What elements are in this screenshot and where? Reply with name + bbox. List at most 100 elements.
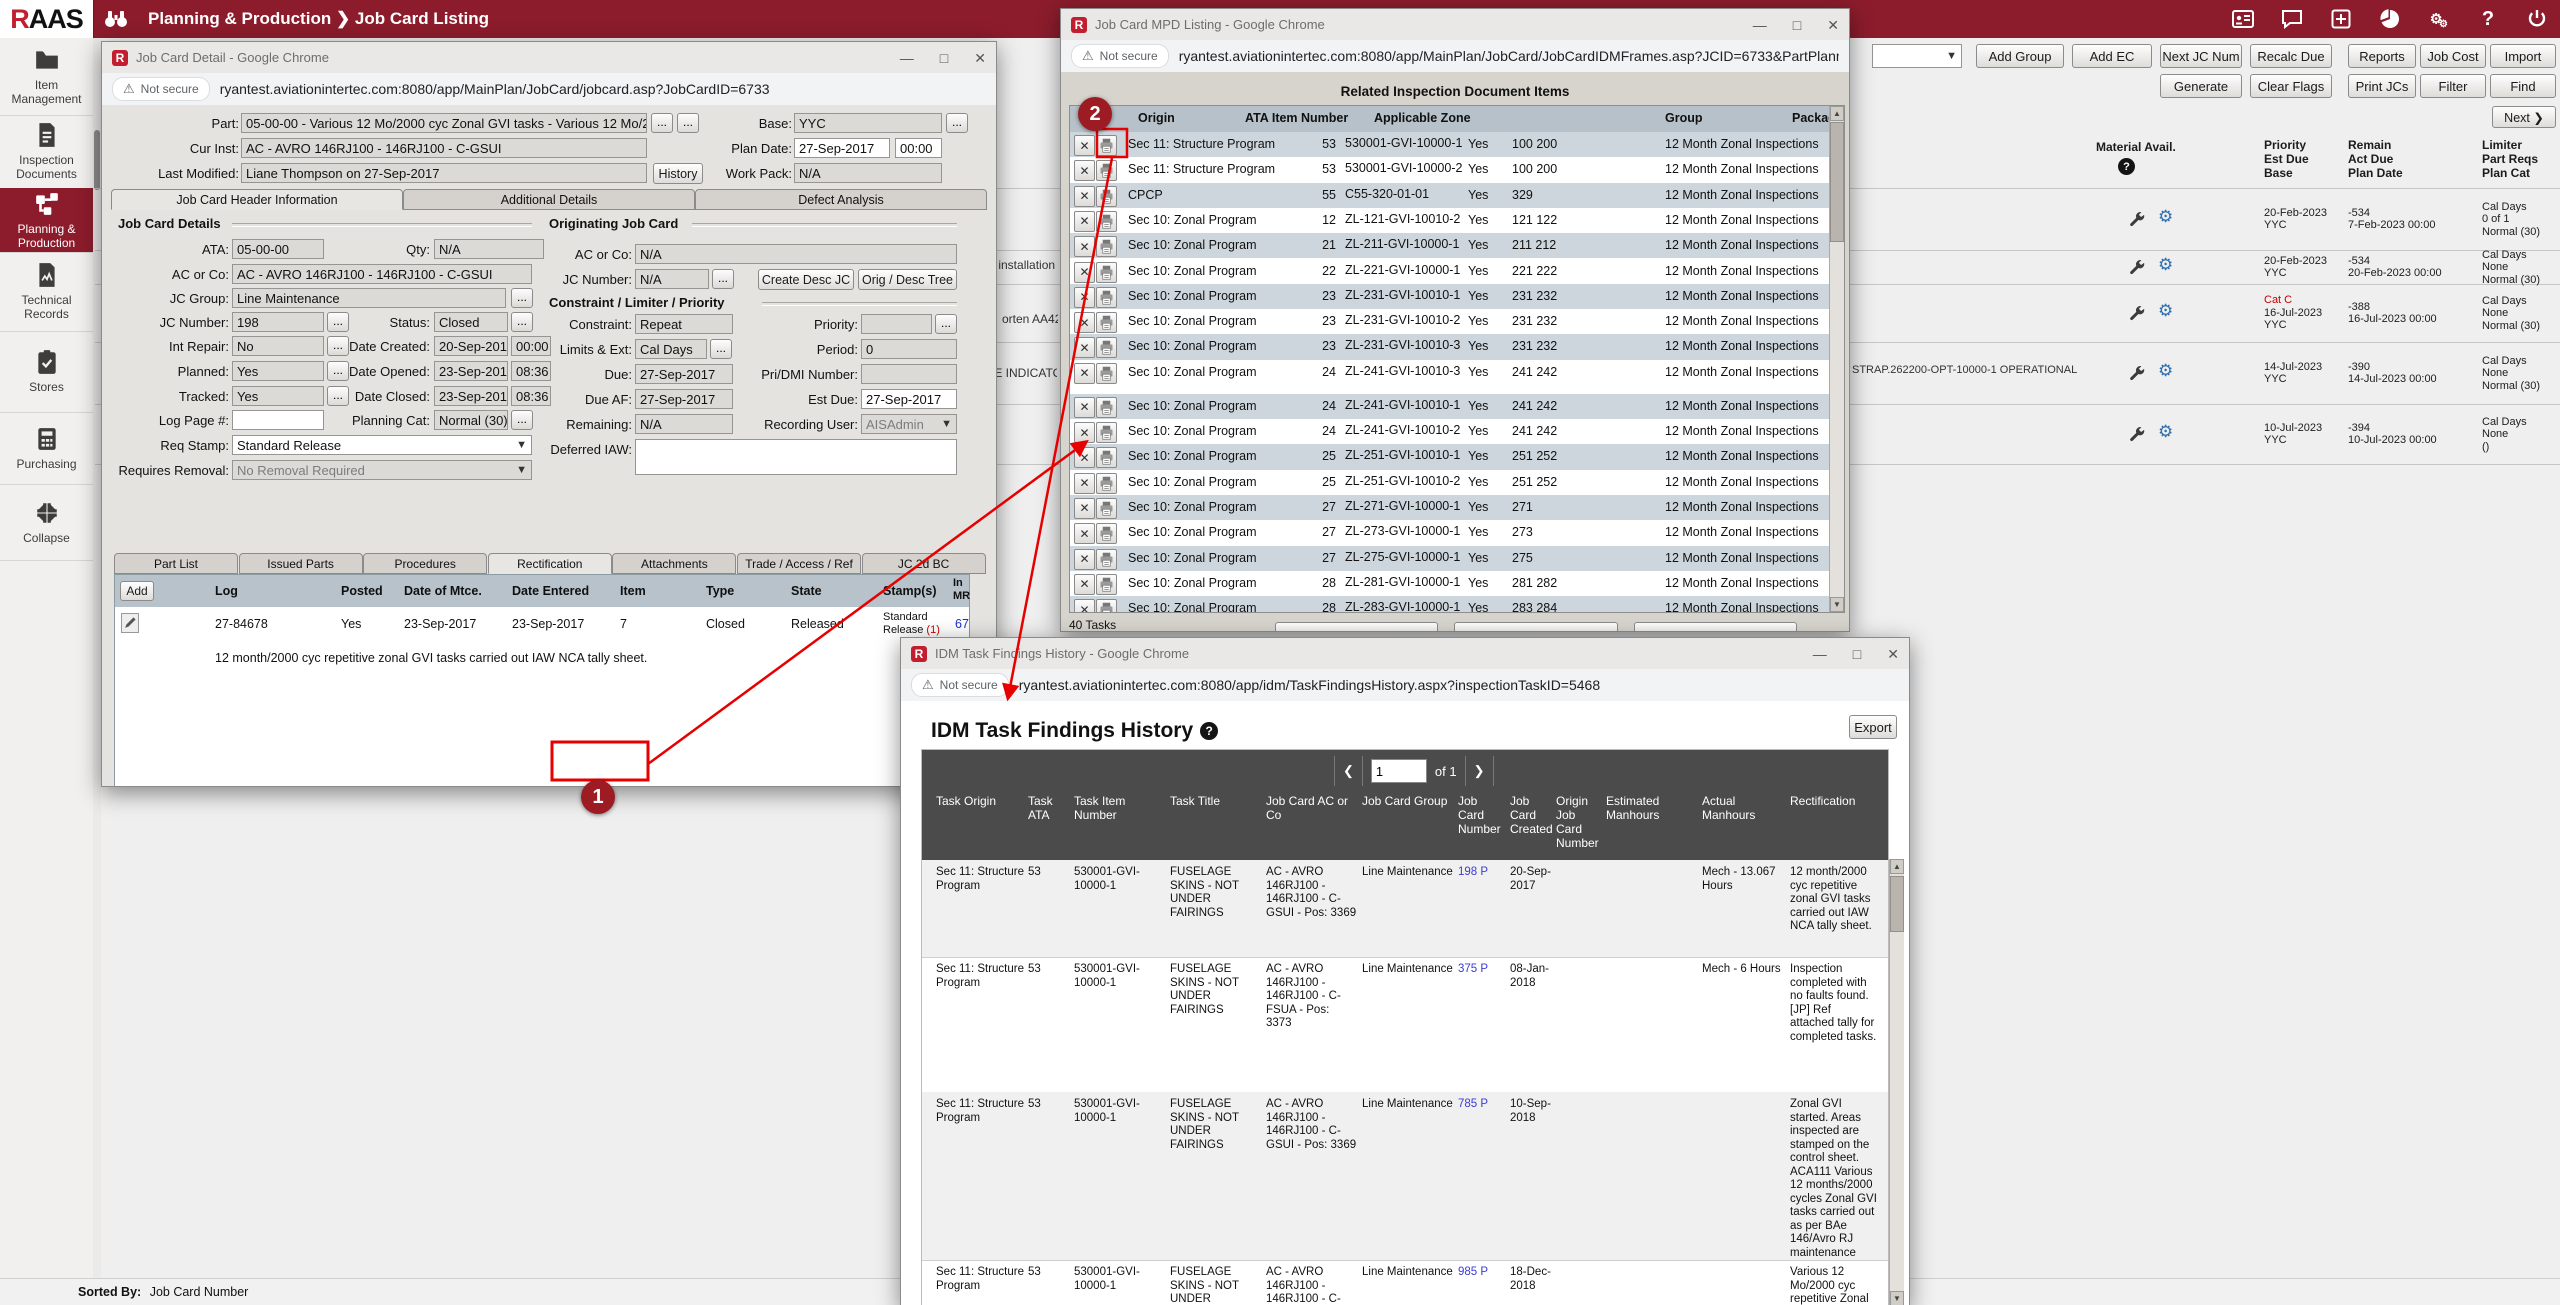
- tab-procedures[interactable]: Procedures: [363, 553, 487, 574]
- idm-table-scrollbar[interactable]: ▲ ▼: [1889, 859, 1904, 1305]
- power-icon[interactable]: [2526, 8, 2548, 30]
- mpd-table-row[interactable]: ✕Sec 10: Zonal Program28ZL-281-GVI-10000…: [1070, 571, 1830, 596]
- remove-icon[interactable]: ✕: [1074, 599, 1095, 613]
- gear-icon[interactable]: ⚙: [2158, 301, 2173, 321]
- page-number-input[interactable]: [1371, 759, 1427, 783]
- mpd-table-row[interactable]: ✕Sec 10: Zonal Program27ZL-271-GVI-10000…: [1070, 495, 1830, 520]
- minimize-icon[interactable]: —: [900, 51, 914, 65]
- help-icon[interactable]: ?: [1200, 722, 1218, 740]
- mpd-cell-item-link[interactable]: ZL-231-GVI-10010-1: [1345, 289, 1463, 302]
- mpd-window-titlebar[interactable]: R Job Card MPD Listing - Google Chrome —…: [1061, 9, 1849, 41]
- remove-icon[interactable]: ✕: [1074, 287, 1095, 308]
- remove-icon[interactable]: ✕: [1074, 498, 1095, 519]
- mpd-table-row[interactable]: ✕Sec 10: Zonal Program24ZL-241-GVI-10010…: [1070, 394, 1830, 419]
- remove-icon[interactable]: ✕: [1074, 236, 1095, 257]
- pie-chart-icon[interactable]: [2379, 8, 2401, 30]
- sidebar-item-stores[interactable]: Stores: [0, 331, 93, 413]
- toolbar-find-button[interactable]: Find: [2490, 74, 2556, 98]
- wrench-icon[interactable]: [2128, 364, 2145, 381]
- print-task-icon[interactable]: [1096, 397, 1117, 418]
- export-button[interactable]: Export: [1849, 715, 1897, 739]
- toolbar-add-ec-button[interactable]: Add EC: [2072, 44, 2152, 68]
- print-task-icon[interactable]: [1096, 186, 1117, 207]
- mpd-table-row[interactable]: ✕Sec 10: Zonal Program24ZL-241-GVI-10010…: [1070, 360, 1830, 394]
- not-secure-badge[interactable]: ⚠Not secure: [112, 77, 210, 101]
- toolbar-clear-flags-button[interactable]: Clear Flags: [2250, 74, 2332, 98]
- mpd-table-scrollbar[interactable]: ▲▼: [1829, 106, 1844, 612]
- tab-defect-analysis[interactable]: Defect Analysis: [695, 189, 987, 210]
- remove-icon[interactable]: ✕: [1074, 523, 1095, 544]
- contact-card-icon[interactable]: [2232, 8, 2254, 30]
- tab-trade-access-ref[interactable]: Trade / Access / Ref: [737, 553, 861, 574]
- mpd-table-row[interactable]: ✕Sec 10: Zonal Program25ZL-251-GVI-10010…: [1070, 444, 1830, 469]
- mpd-cell-item-link[interactable]: ZL-251-GVI-10010-1: [1345, 449, 1463, 462]
- tab-jc-2d-bc[interactable]: JC 2d BC: [862, 553, 986, 574]
- not-secure-badge[interactable]: ⚠Not secure: [1071, 44, 1169, 68]
- remove-icon[interactable]: ✕: [1074, 186, 1095, 207]
- print-task-icon[interactable]: [1096, 447, 1117, 468]
- mpd-cell-item-link[interactable]: ZL-283-GVI-10000-1: [1345, 601, 1463, 613]
- minimize-icon[interactable]: —: [1813, 647, 1827, 661]
- print-task-icon[interactable]: [1096, 498, 1117, 519]
- mpd-footer-button-2[interactable]: [1454, 622, 1618, 631]
- toolbar-add-group-button[interactable]: Add Group: [1976, 44, 2064, 68]
- remove-icon[interactable]: ✕: [1074, 337, 1095, 358]
- print-task-icon[interactable]: [1096, 312, 1117, 333]
- tab-additional-details[interactable]: Additional Details: [403, 189, 695, 210]
- tab-issued-parts[interactable]: Issued Parts: [239, 553, 363, 574]
- print-task-icon[interactable]: [1096, 363, 1117, 384]
- idm-cell-job-card-number[interactable]: 375 P: [1458, 963, 1506, 977]
- remove-icon[interactable]: ✕: [1074, 160, 1095, 181]
- print-task-icon[interactable]: [1096, 211, 1117, 232]
- maximize-icon[interactable]: □: [940, 51, 948, 65]
- toolbar-print-jcs-button[interactable]: Print JCs: [2348, 74, 2416, 98]
- jc-window-titlebar[interactable]: R Job Card Detail - Google Chrome —□✕: [102, 42, 996, 74]
- print-task-icon[interactable]: [1096, 135, 1117, 156]
- print-task-icon[interactable]: [1096, 523, 1117, 544]
- help-icon[interactable]: ?: [2477, 8, 2499, 30]
- mpd-cell-item-link[interactable]: 530001-GVI-10000-2: [1345, 162, 1463, 175]
- toolbar-next-jc-num-button[interactable]: Next JC Num: [2160, 44, 2242, 68]
- scroll-down-icon[interactable]: ▼: [1830, 597, 1844, 612]
- toolbar-reports-button[interactable]: Reports: [2348, 44, 2416, 68]
- idm-window-titlebar[interactable]: R IDM Task Findings History - Google Chr…: [901, 638, 1909, 670]
- tab-job-card-header-information[interactable]: Job Card Header Information: [111, 189, 403, 210]
- mpd-cell-item-link[interactable]: ZL-271-GVI-10000-1: [1345, 500, 1463, 513]
- idm-window-url[interactable]: ryantest.aviationintertec.com:8080/app/i…: [1019, 677, 1600, 693]
- ellipsis-button[interactable]: ...: [946, 113, 968, 133]
- mpd-footer-button-3[interactable]: [1634, 622, 1797, 631]
- print-task-icon[interactable]: [1096, 422, 1117, 443]
- not-secure-badge[interactable]: ⚠Not secure: [911, 673, 1009, 697]
- toolbar-filter-button[interactable]: Filter: [2420, 74, 2486, 98]
- maximize-icon[interactable]: □: [1793, 18, 1801, 32]
- mpd-cell-item-link[interactable]: ZL-273-GVI-10000-1: [1345, 525, 1463, 538]
- sidebar-item-purchasing[interactable]: Purchasing: [0, 412, 93, 485]
- mpd-cell-item-link[interactable]: ZL-275-GVI-10000-1: [1345, 551, 1463, 564]
- gear-icon[interactable]: ⚙: [2158, 255, 2173, 275]
- chat-icon[interactable]: [2281, 8, 2303, 30]
- remove-icon[interactable]: ✕: [1074, 574, 1095, 595]
- gear-icon[interactable]: ⚙: [2158, 422, 2173, 442]
- ellipsis-button[interactable]: ...: [935, 314, 957, 334]
- mpd-cell-item-link[interactable]: ZL-241-GVI-10010-1: [1345, 399, 1463, 412]
- close-icon[interactable]: ✕: [1887, 647, 1899, 661]
- mpd-table-row[interactable]: ✕Sec 10: Zonal Program27ZL-275-GVI-10000…: [1070, 546, 1830, 571]
- est-due-field[interactable]: 27-Sep-2017: [861, 389, 957, 409]
- toolbar-job-cost-button[interactable]: Job Cost: [2420, 44, 2486, 68]
- print-task-icon[interactable]: [1096, 160, 1117, 181]
- remove-icon[interactable]: ✕: [1074, 262, 1095, 283]
- remove-icon[interactable]: ✕: [1074, 363, 1095, 384]
- remove-icon[interactable]: ✕: [1074, 397, 1095, 418]
- create-desc-jc-button[interactable]: Create Desc JC: [758, 269, 854, 290]
- plan-date-field[interactable]: 27-Sep-2017: [794, 138, 890, 158]
- mpd-table-row[interactable]: ✕Sec 10: Zonal Program27ZL-273-GVI-10000…: [1070, 520, 1830, 545]
- mpd-cell-item-link[interactable]: ZL-121-GVI-10010-2: [1345, 213, 1463, 226]
- ellipsis-button[interactable]: ...: [712, 269, 734, 289]
- material-avail-help-icon[interactable]: ?: [2118, 158, 2135, 175]
- remove-icon[interactable]: ✕: [1074, 422, 1095, 443]
- tab-rectification[interactable]: Rectification: [488, 553, 612, 574]
- wrench-icon[interactable]: [2128, 210, 2145, 227]
- mpd-table-row[interactable]: ✕Sec 11: Structure Program53530001-GVI-1…: [1070, 157, 1830, 182]
- print-task-icon[interactable]: [1096, 574, 1117, 595]
- mpd-cell-item-link[interactable]: ZL-221-GVI-10000-1: [1345, 264, 1463, 277]
